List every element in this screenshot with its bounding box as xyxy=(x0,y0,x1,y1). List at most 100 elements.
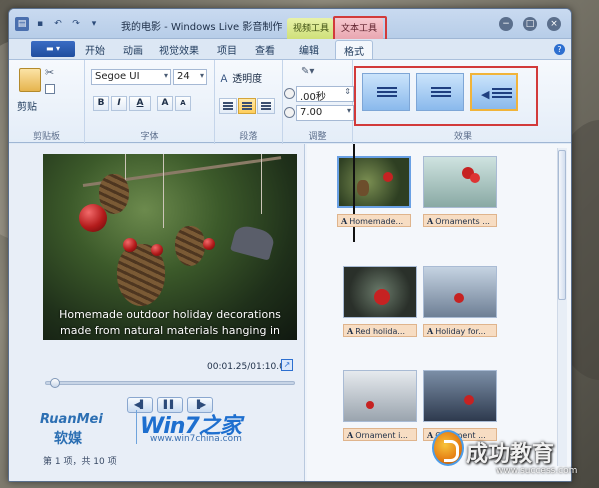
start-time-value: .00秒 xyxy=(300,92,326,103)
font-color-button[interactable]: A xyxy=(129,96,151,111)
font-family-combo[interactable]: Segoe UI ▾ xyxy=(91,69,171,85)
caption-line-2: made from natural materials hanging in xyxy=(60,324,280,337)
transparency-button[interactable]: Ａ 透明度 xyxy=(219,70,262,85)
transparency-label: 透明度 xyxy=(232,74,263,85)
seek-thumb[interactable] xyxy=(50,378,60,388)
align-center-button[interactable] xyxy=(238,98,256,114)
bold-button[interactable]: B xyxy=(93,96,109,111)
effect-none[interactable] xyxy=(362,73,410,111)
red-ornament xyxy=(203,238,215,250)
group-label-clipboard: 剪贴板 xyxy=(32,132,60,142)
pinecone xyxy=(175,226,205,266)
clip-thumbnail[interactable] xyxy=(343,266,417,318)
playhead[interactable] xyxy=(353,144,355,242)
ruanmei-logo-text: RuanMei xyxy=(40,412,103,427)
start-time-icon xyxy=(284,88,295,99)
clip-thumbnail[interactable] xyxy=(423,370,497,422)
file-menu-button[interactable]: ▬ ▾ xyxy=(31,41,75,57)
duration-input[interactable]: 7.00 ▾ xyxy=(296,105,354,121)
paste-button[interactable]: 剪贴 xyxy=(17,98,37,113)
red-ornament xyxy=(366,401,374,409)
clip-caption-text: Red holida... xyxy=(355,327,405,336)
customize-qat-icon[interactable]: ▾ xyxy=(87,17,101,31)
group-label-adjust: 调整 xyxy=(308,132,327,142)
effect-scroll[interactable]: ◀ xyxy=(470,73,518,111)
group-clipboard: 剪贴 ✂ 剪贴板 xyxy=(9,60,85,144)
font-size-value: 24 xyxy=(177,71,190,82)
group-paragraph: Ａ 透明度 段落 xyxy=(215,60,283,144)
font-family-value: Segoe UI xyxy=(95,71,140,82)
grow-font-button[interactable]: A xyxy=(157,96,173,111)
close-button[interactable]: × xyxy=(547,17,561,31)
cut-icon[interactable]: ✂ xyxy=(45,66,54,79)
start-time-input[interactable]: .00秒 ⇕ xyxy=(296,86,354,103)
shrink-font-button[interactable]: A xyxy=(175,96,191,111)
clip-caption-label[interactable]: A Red holida... xyxy=(343,324,417,337)
text-clip-icon: A xyxy=(347,326,354,336)
clip-caption-text: Ornament i... xyxy=(355,431,408,440)
tab-home[interactable]: 开始 xyxy=(85,42,105,57)
redo-icon[interactable]: ↷ xyxy=(69,17,83,31)
tab-visual-effects[interactable]: 视觉效果 xyxy=(159,42,199,57)
copy-icon[interactable] xyxy=(45,84,55,94)
ctx-tab-video-tools[interactable]: 视频工具 xyxy=(287,18,333,39)
status-item-count: 第 1 项，共 10 项 xyxy=(43,457,117,467)
tab-animations[interactable]: 动画 xyxy=(123,42,143,57)
tab-format[interactable]: 格式 xyxy=(335,40,373,60)
align-left-button[interactable] xyxy=(219,98,237,114)
red-ornament xyxy=(454,293,464,303)
undo-icon[interactable]: ↶ xyxy=(51,17,65,31)
clip-thumbnail[interactable] xyxy=(337,156,411,208)
highlight-outline-effects: ◀ ▴▾▾ xyxy=(354,66,538,126)
clip-caption-label[interactable]: A Homemade... xyxy=(337,214,411,227)
storyboard-scroll-thumb[interactable] xyxy=(558,150,566,300)
text-clip-icon: A xyxy=(341,216,348,226)
clip-caption-text: Homemade... xyxy=(349,217,404,226)
text-clip-icon: A xyxy=(427,326,434,336)
group-label-paragraph: 段落 xyxy=(239,132,258,142)
red-ornament xyxy=(464,395,474,405)
popout-preview-icon[interactable]: ↗ xyxy=(281,359,293,371)
success-logo-icon xyxy=(432,430,464,466)
tab-edit[interactable]: 编辑 xyxy=(299,42,319,57)
maximize-button[interactable]: □ xyxy=(523,17,537,31)
minimize-button[interactable]: − xyxy=(499,17,513,31)
red-ornament xyxy=(79,204,107,232)
clip-caption-label[interactable]: A Ornaments ... xyxy=(423,214,497,227)
seek-bar[interactable] xyxy=(45,381,295,385)
quick-access-toolbar: ▤ ▪ ↶ ↷ ▾ xyxy=(15,17,101,31)
red-ornament xyxy=(374,289,390,305)
font-size-combo[interactable]: 24 ▾ xyxy=(173,69,207,85)
string xyxy=(163,154,164,228)
red-ornament xyxy=(383,172,393,182)
effect-fade[interactable] xyxy=(416,73,464,111)
win7-logo-url: www.win7china.com xyxy=(150,434,242,444)
video-preview[interactable]: Homemade outdoor holiday decorations mad… xyxy=(43,154,297,340)
text-clip-icon: A xyxy=(347,430,354,440)
ribbon: 剪贴 ✂ 剪贴板 Segoe UI ▾ 24 ▾ B I A A A 字体 Ａ 透明… xyxy=(9,59,571,144)
clip-caption-label[interactable]: A Holiday for... xyxy=(423,324,497,337)
group-font: Segoe UI ▾ 24 ▾ B I A A A 字体 xyxy=(85,60,215,144)
group-label-effects: 效果 xyxy=(453,132,472,142)
app-menu-icon[interactable]: ▤ xyxy=(15,17,29,31)
heart-ornament xyxy=(230,223,276,261)
transparency-icon: Ａ xyxy=(219,74,229,85)
text-color-icon[interactable]: ✎▾ xyxy=(301,66,314,77)
watermark-divider xyxy=(136,410,137,444)
save-icon[interactable]: ▪ xyxy=(33,17,47,31)
string xyxy=(261,154,262,214)
title-bar: ▤ ▪ ↶ ↷ ▾ 我的电影 - Windows Live 影音制作 视频工具 … xyxy=(9,9,571,42)
clip-caption-text: Ornaments ... xyxy=(435,217,490,226)
clip-thumbnail[interactable] xyxy=(423,156,497,208)
italic-button[interactable]: I xyxy=(111,96,127,111)
tab-view[interactable]: 查看 xyxy=(255,42,275,57)
help-icon[interactable]: ? xyxy=(554,44,565,55)
success-logo-url: www.success.com xyxy=(496,466,578,476)
paste-icon[interactable] xyxy=(19,68,41,92)
clip-caption-text: Holiday for... xyxy=(435,327,486,336)
clip-thumbnail[interactable] xyxy=(343,370,417,422)
align-right-button[interactable] xyxy=(257,98,275,114)
tab-project[interactable]: 项目 xyxy=(217,42,237,57)
clip-thumbnail[interactable] xyxy=(423,266,497,318)
clip-caption-label[interactable]: A Ornament i... xyxy=(343,428,417,441)
